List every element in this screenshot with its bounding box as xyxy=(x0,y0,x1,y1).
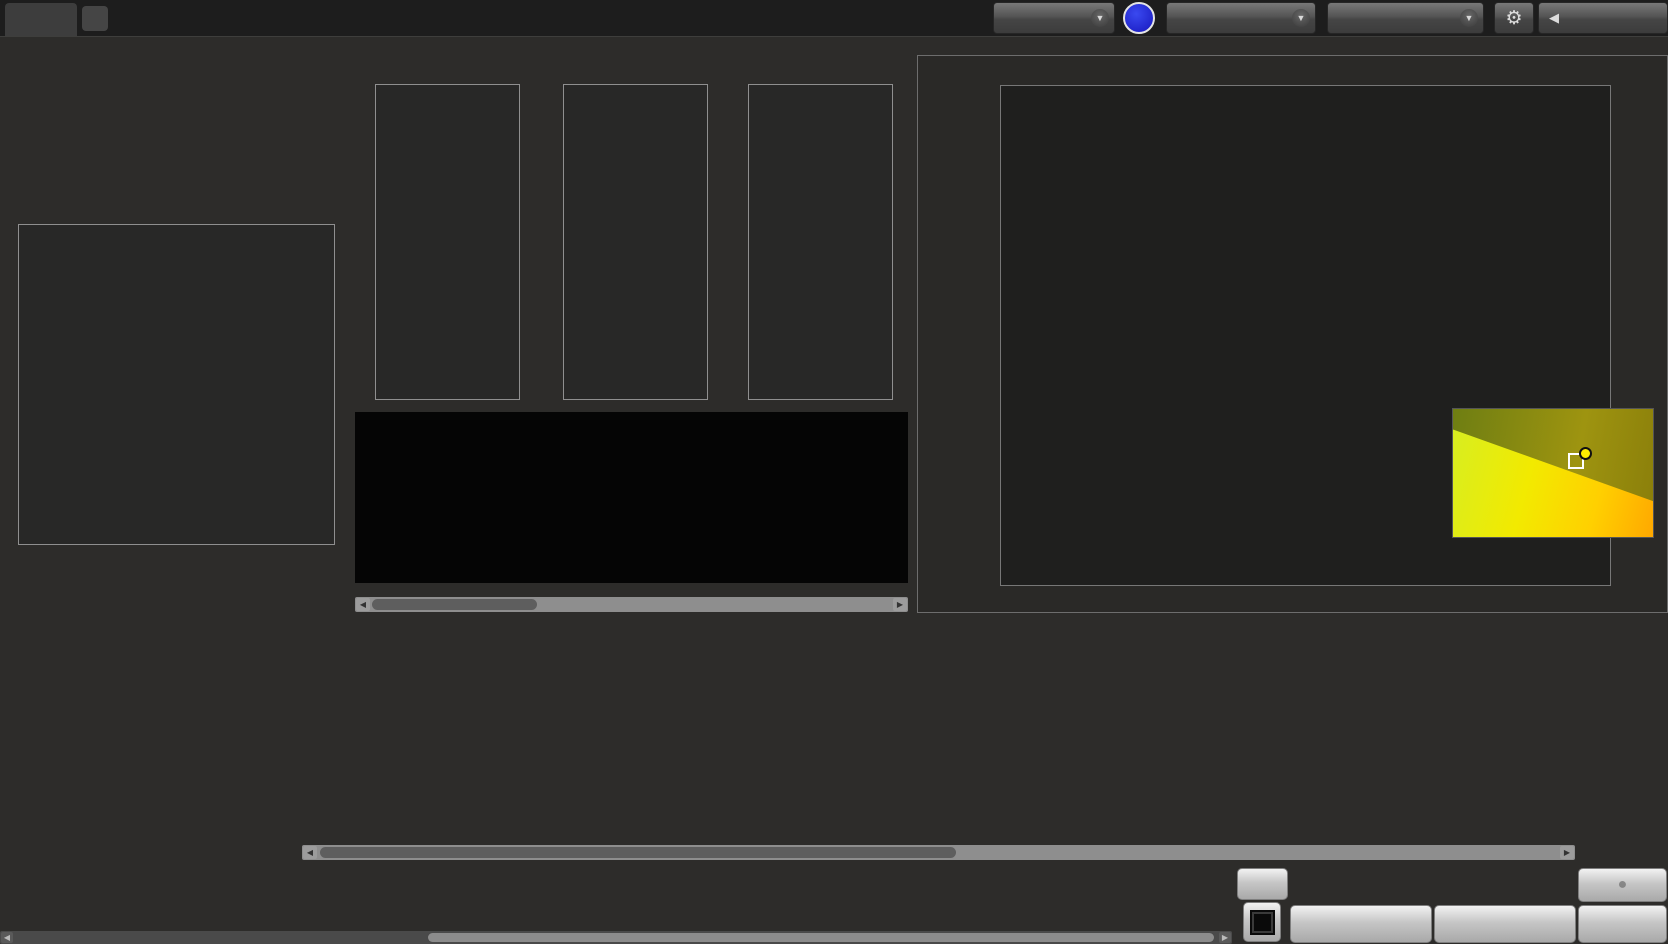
deltae2000-chart xyxy=(18,224,335,545)
chevron-down-icon: ▼ xyxy=(1460,9,1478,27)
delta-l-chart xyxy=(375,84,520,400)
app-window: ▼ ▼ ▼ ⚙ ◀ ◀ ▶ ◀ ▶ ● ◀ ▶ xyxy=(0,0,1668,944)
patchbar-scrollbar[interactable]: ◀ ▶ xyxy=(0,931,1232,944)
meter-count-badge[interactable] xyxy=(1123,2,1155,34)
workflow-status-indicator xyxy=(1331,6,1336,30)
delta-c-chart xyxy=(563,84,708,400)
chevron-down-icon: ▼ xyxy=(1091,9,1109,27)
gear-icon: ⚙ xyxy=(1505,7,1523,29)
source-status-indicator xyxy=(1170,6,1175,30)
inset-gamut-edge xyxy=(1453,409,1653,502)
chevron-down-icon: ▼ xyxy=(1292,9,1310,27)
inset-actual-marker xyxy=(1579,447,1592,460)
table-scrollbar[interactable]: ◀ ▶ xyxy=(302,845,1575,860)
scroll-left-icon[interactable]: ◀ xyxy=(1,932,13,943)
scroll-left-icon[interactable]: ◀ xyxy=(356,598,370,611)
collapse-panel-button[interactable]: ◀ xyxy=(1538,2,1668,34)
scroll-right-icon[interactable]: ▶ xyxy=(893,598,907,611)
window-pattern-button[interactable] xyxy=(1243,902,1281,942)
scrollbar-thumb[interactable] xyxy=(372,599,537,610)
scrollbar-thumb[interactable] xyxy=(428,933,1214,942)
source-dropdown[interactable]: ▼ xyxy=(1166,2,1316,34)
meter-dropdown[interactable]: ▼ xyxy=(993,2,1115,34)
back-button[interactable] xyxy=(1290,905,1432,943)
workflow-dropdown[interactable]: ▼ xyxy=(1327,2,1484,34)
settings-button[interactable]: ⚙ xyxy=(1494,2,1534,34)
window-square-icon xyxy=(1249,909,1275,935)
record-icon: ● xyxy=(1617,876,1628,893)
nav-extra-button[interactable] xyxy=(1578,905,1667,943)
next-button[interactable] xyxy=(1434,905,1576,943)
scroll-right-icon[interactable]: ▶ xyxy=(1560,846,1574,859)
add-tab-button[interactable] xyxy=(82,6,108,31)
top-bar: ▼ ▼ ▼ ⚙ ◀ xyxy=(0,0,1668,37)
meter-status-indicator xyxy=(997,6,1002,30)
tab-history-1[interactable] xyxy=(5,3,77,36)
scroll-right-icon[interactable]: ▶ xyxy=(1219,932,1231,943)
patchbar-collapse-button[interactable] xyxy=(1237,868,1288,900)
scrollbar-thumb[interactable] xyxy=(320,847,956,858)
scroll-left-icon[interactable]: ◀ xyxy=(303,846,317,859)
transport-extra-button[interactable]: ● xyxy=(1578,868,1667,902)
chevron-left-icon: ◀ xyxy=(1549,10,1559,25)
delta-h-chart xyxy=(748,84,893,400)
swatch-strip xyxy=(355,412,908,583)
swatch-strip-scrollbar[interactable]: ◀ ▶ xyxy=(355,597,908,612)
cie-zoom-inset xyxy=(1452,408,1654,538)
